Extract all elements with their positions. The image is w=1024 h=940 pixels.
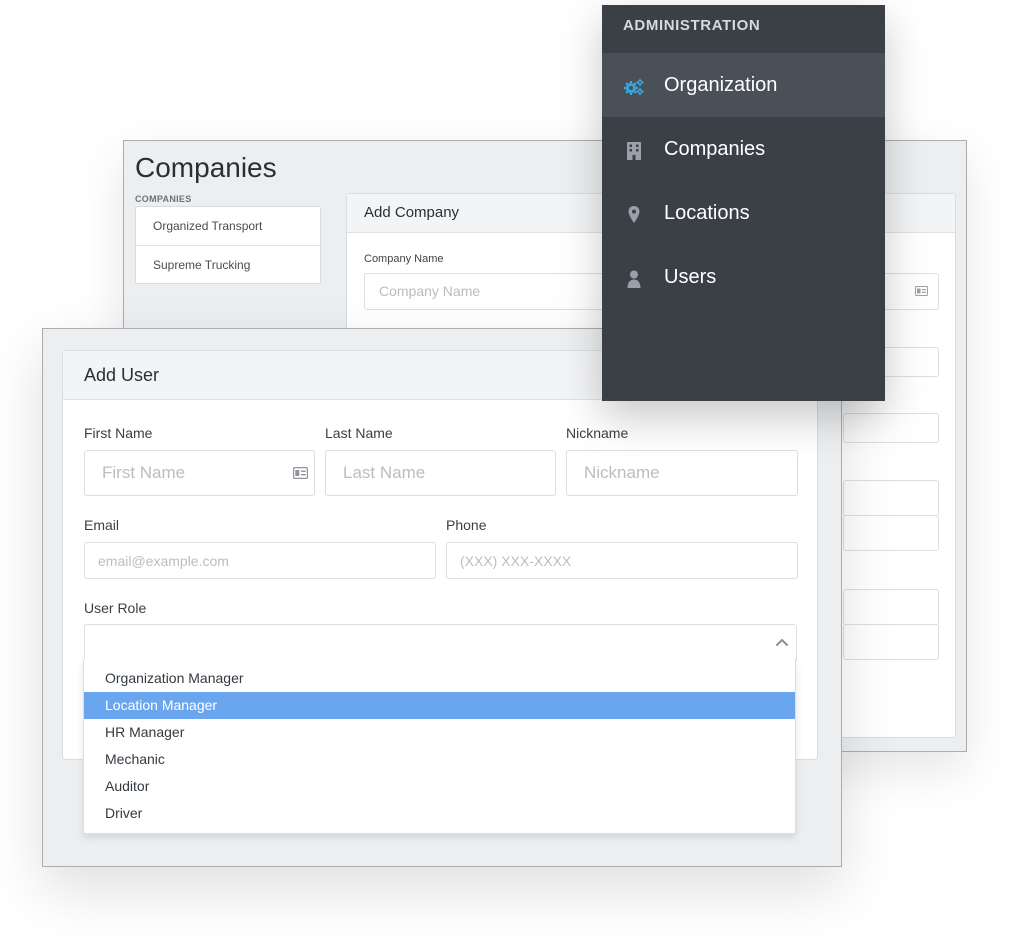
nickname-input[interactable]: Nickname: [566, 450, 798, 496]
role-option-highlighted[interactable]: Location Manager: [84, 692, 795, 719]
nav-label-locations: Locations: [664, 202, 750, 224]
id-card-icon: [293, 467, 308, 479]
email-input[interactable]: email@example.com: [84, 542, 436, 579]
admin-nav-panel: ADMINISTRATION Organization Companies Lo…: [602, 5, 885, 401]
role-option[interactable]: HR Manager: [84, 719, 795, 746]
user-icon: [627, 270, 641, 288]
email-placeholder: email@example.com: [98, 552, 229, 569]
companies-section-label: COMPANIES: [135, 194, 192, 204]
company-list-item[interactable]: Organized Transport: [136, 207, 320, 245]
map-marker-icon: [628, 206, 640, 223]
nav-item-users[interactable]: Users: [602, 245, 885, 309]
nickname-placeholder: Nickname: [584, 463, 660, 482]
company-field[interactable]: [843, 413, 939, 443]
email-label: Email: [84, 517, 120, 533]
nav-item-organization[interactable]: Organization: [602, 53, 885, 117]
company-field[interactable]: [843, 480, 939, 516]
nav-heading: ADMINISTRATION: [623, 17, 761, 34]
first-name-placeholder: First Name: [102, 463, 186, 482]
phone-placeholder: (XXX) XXX-XXXX: [460, 552, 572, 569]
company-name-label: Company Name: [364, 253, 444, 265]
user-role-label: User Role: [84, 600, 147, 616]
role-option[interactable]: Auditor: [84, 773, 795, 800]
nav-item-companies[interactable]: Companies: [602, 117, 885, 181]
role-option[interactable]: Driver: [84, 800, 795, 827]
companies-list: Organized Transport Supreme Trucking: [135, 206, 321, 284]
company-name-placeholder: Company Name: [379, 283, 481, 299]
company-list-item[interactable]: Supreme Trucking: [136, 245, 320, 283]
phone-label: Phone: [446, 517, 487, 533]
phone-input[interactable]: (XXX) XXX-XXXX: [446, 542, 798, 579]
user-role-select[interactable]: [84, 624, 797, 661]
nav-label-organization: Organization: [664, 74, 778, 96]
first-name-input[interactable]: First Name: [84, 450, 315, 496]
last-name-label: Last Name: [325, 425, 393, 441]
user-role-dropdown: Organization Manager Location Manager HR…: [83, 659, 796, 834]
role-option[interactable]: Mechanic: [84, 746, 795, 773]
nav-label-companies: Companies: [664, 138, 766, 160]
last-name-placeholder: Last Name: [343, 463, 426, 482]
first-name-label: First Name: [84, 425, 153, 441]
company-field[interactable]: [843, 515, 939, 551]
last-name-input[interactable]: Last Name: [325, 450, 556, 496]
cogs-icon: [624, 78, 644, 96]
role-option[interactable]: Organization Manager: [84, 665, 795, 692]
building-icon: [627, 142, 641, 160]
company-field[interactable]: [843, 624, 939, 660]
nav-label-users: Users: [664, 266, 717, 288]
page-title: Companies: [135, 152, 277, 183]
nickname-label: Nickname: [566, 425, 629, 441]
chevron-up-icon[interactable]: [775, 635, 789, 649]
nav-item-locations[interactable]: Locations: [602, 181, 885, 245]
company-field[interactable]: [843, 589, 939, 625]
id-card-icon: [915, 286, 928, 296]
